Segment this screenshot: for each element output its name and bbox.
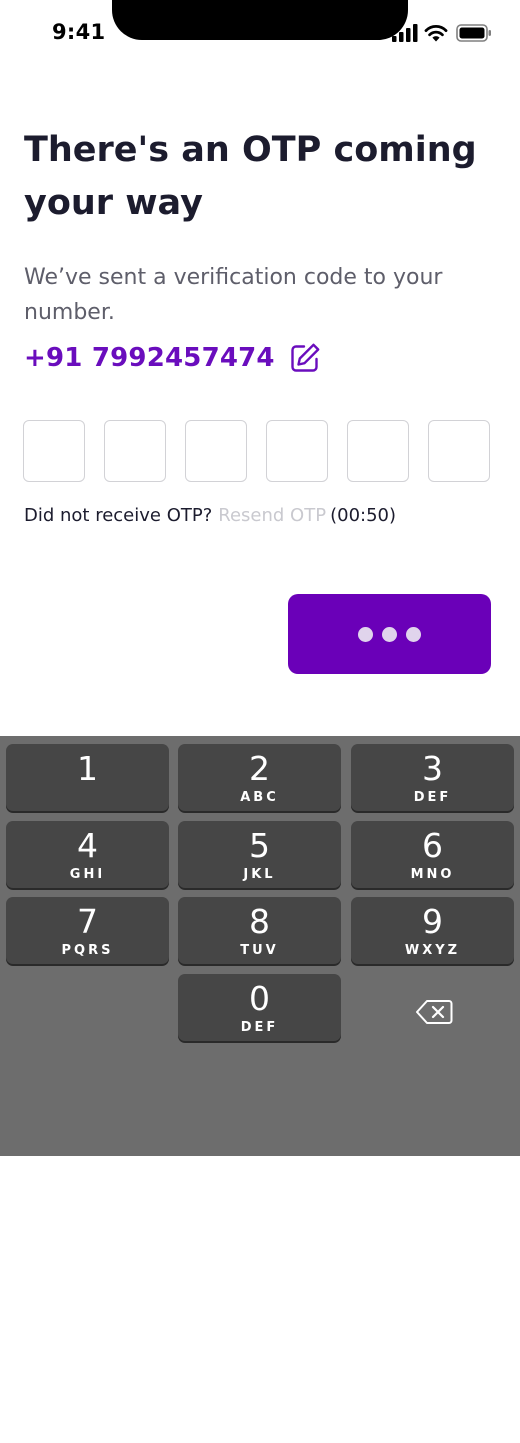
key-6[interactable]: 6 MNO bbox=[351, 821, 514, 888]
key-2[interactable]: 2 ABC bbox=[178, 744, 341, 811]
status-time: 9:41 bbox=[52, 20, 106, 44]
key-letters: WXYZ bbox=[404, 943, 461, 958]
key-digit: 0 bbox=[249, 979, 270, 1018]
key-digit: 2 bbox=[249, 749, 270, 788]
key-digit: 4 bbox=[77, 826, 98, 865]
backspace-key[interactable] bbox=[404, 990, 464, 1034]
battery-icon bbox=[456, 24, 491, 42]
edit-icon[interactable] bbox=[289, 342, 321, 374]
key-letters: JKL bbox=[243, 867, 276, 882]
otp-digit-5[interactable] bbox=[347, 420, 409, 482]
key-letters: TUV bbox=[240, 943, 279, 958]
key-5[interactable]: 5 JKL bbox=[178, 821, 341, 888]
key-letters: DEF bbox=[240, 1020, 279, 1035]
otp-digit-6[interactable] bbox=[428, 420, 490, 482]
key-digit: 5 bbox=[249, 826, 270, 865]
backspace-icon bbox=[416, 1000, 453, 1024]
key-1[interactable]: 1 bbox=[6, 744, 169, 811]
key-digit: 9 bbox=[422, 902, 443, 941]
otp-digit-1[interactable] bbox=[23, 420, 85, 482]
loading-dot bbox=[382, 626, 397, 642]
key-letters: MNO bbox=[410, 867, 455, 882]
loading-dot bbox=[406, 626, 421, 642]
key-7[interactable]: 7 PQRS bbox=[6, 897, 169, 964]
phone-number: +91 7992457474 bbox=[24, 343, 275, 373]
key-digit: 8 bbox=[249, 902, 270, 941]
phone-number-row: +91 7992457474 bbox=[24, 338, 321, 378]
key-digit: 3 bbox=[422, 749, 443, 788]
cellular-signal-icon bbox=[392, 24, 418, 42]
key-9[interactable]: 9 WXYZ bbox=[351, 897, 514, 964]
resend-timer: (00:50) bbox=[330, 505, 397, 526]
key-letters: GHI bbox=[69, 867, 106, 882]
page-title: There's an OTP coming your way bbox=[24, 130, 477, 223]
key-digit: 6 bbox=[422, 826, 443, 865]
resend-otp-link[interactable]: Resend OTP bbox=[218, 505, 326, 526]
key-letters: PQRS bbox=[61, 943, 114, 958]
otp-digit-3[interactable] bbox=[185, 420, 247, 482]
home-indicator bbox=[160, 1436, 360, 1443]
loading-dot bbox=[358, 626, 373, 642]
wifi-icon bbox=[424, 25, 448, 42]
key-0[interactable]: 0 DEF bbox=[178, 974, 341, 1041]
submit-button[interactable] bbox=[288, 594, 491, 674]
key-8[interactable]: 8 TUV bbox=[178, 897, 341, 964]
key-4[interactable]: 4 GHI bbox=[6, 821, 169, 888]
key-digit: 1 bbox=[77, 749, 98, 788]
verification-message: We’ve sent a verification code to your n… bbox=[24, 265, 443, 325]
key-digit: 7 bbox=[77, 902, 98, 941]
key-letters: DEF bbox=[413, 790, 452, 805]
otp-digit-2[interactable] bbox=[104, 420, 166, 482]
numeric-keypad: 1 2 ABC 3 DEF 4 GHI 5 JKL 6 MNO 7 PQRS 8… bbox=[0, 736, 520, 1443]
key-letters: ABC bbox=[240, 790, 279, 805]
otp-digit-4[interactable] bbox=[266, 420, 328, 482]
resend-row: Did not receive OTP? Resend OTP (00:50) bbox=[24, 505, 396, 526]
device-notch bbox=[112, 0, 408, 40]
resend-prompt: Did not receive OTP? bbox=[24, 505, 213, 526]
loading-dots-icon bbox=[288, 594, 491, 674]
status-bar: 9:41 bbox=[0, 0, 520, 64]
key-3[interactable]: 3 DEF bbox=[351, 744, 514, 811]
